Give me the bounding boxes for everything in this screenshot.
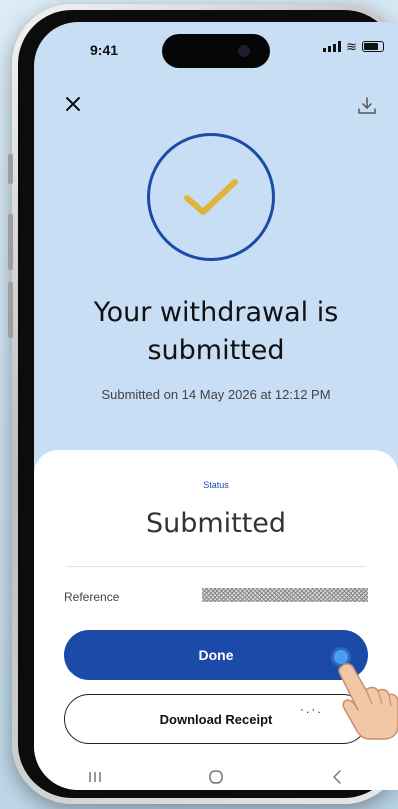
title-line-2: submitted	[147, 335, 285, 366]
android-nav-bar	[34, 758, 398, 790]
back-icon[interactable]	[307, 762, 367, 790]
status-time: 9:41	[90, 42, 119, 58]
download-receipt-label: Download Receipt	[159, 711, 273, 727]
status-icons: ≋	[323, 40, 384, 53]
battery-icon	[362, 41, 384, 52]
page-title: Your withdrawal is submitted	[34, 294, 398, 370]
camera-icon	[238, 45, 250, 57]
close-icon[interactable]	[64, 95, 84, 115]
title-line-1: Your withdrawal is	[93, 297, 339, 328]
reference-value-redacted	[202, 588, 368, 602]
tap-sparkles: ·.·.	[300, 702, 323, 716]
done-button[interactable]: Done	[64, 630, 368, 680]
phone-volume-down-button	[8, 282, 13, 338]
phone-action-button	[8, 154, 13, 184]
check-icon	[184, 179, 238, 215]
submitted-timestamp: Submitted on 14 May 2026 at 12:12 PM	[101, 387, 331, 402]
download-icon[interactable]	[356, 95, 378, 117]
dynamic-island	[162, 34, 270, 68]
divider	[66, 566, 366, 567]
success-badge	[147, 133, 275, 261]
phone-volume-up-button	[8, 214, 13, 270]
signal-icon	[323, 41, 342, 52]
done-button-label: Done	[198, 647, 234, 663]
wifi-icon: ≋	[346, 39, 357, 54]
home-icon[interactable]	[186, 762, 246, 790]
hand-pointer-icon	[338, 663, 398, 740]
recents-icon[interactable]	[65, 762, 125, 790]
status-label: Status	[203, 480, 229, 490]
reference-label: Reference	[64, 590, 120, 604]
status-value: Submitted	[145, 508, 287, 539]
